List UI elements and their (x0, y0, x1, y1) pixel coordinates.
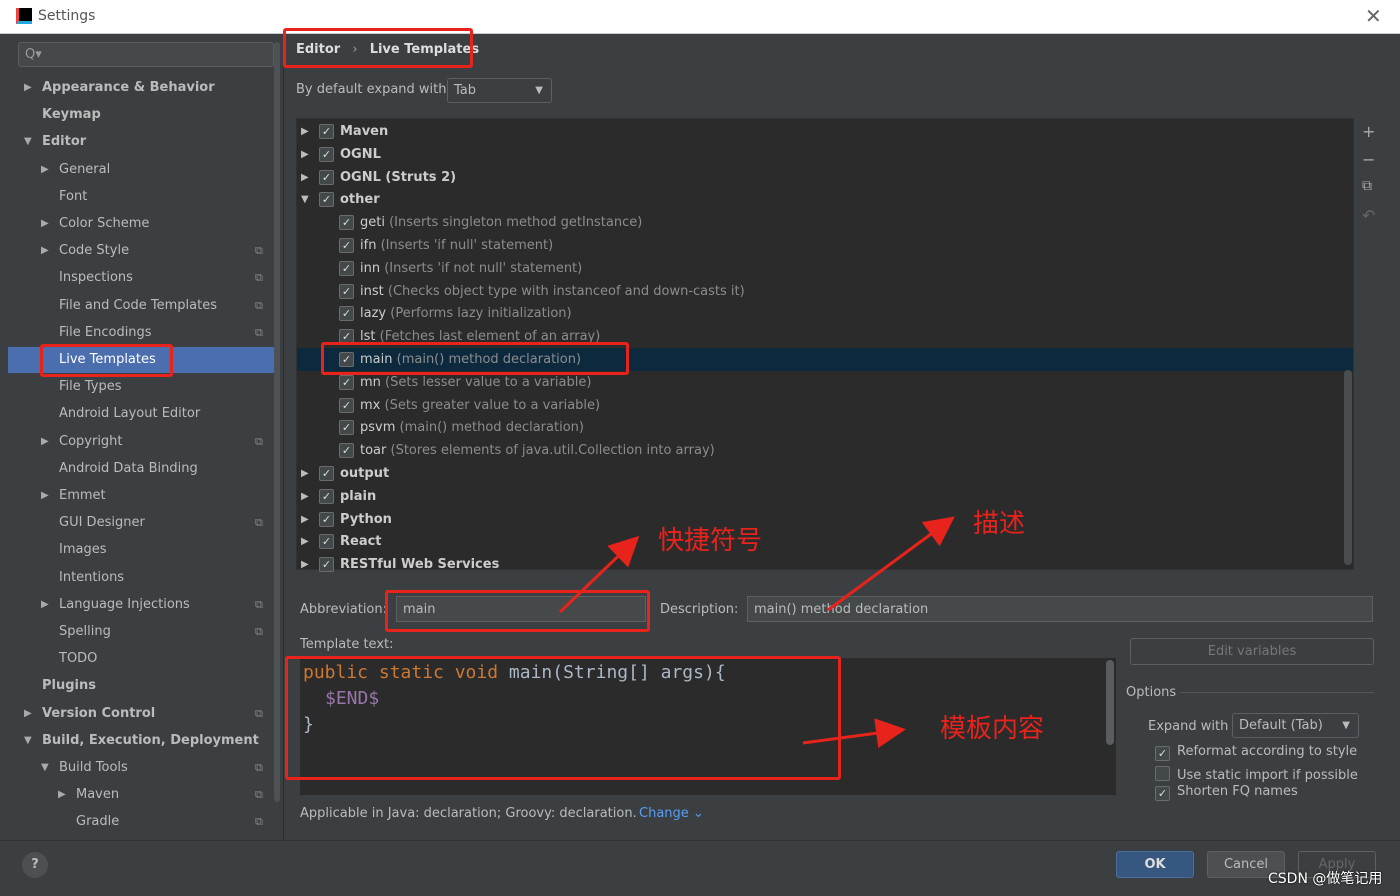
annotation-abbr: 快捷符号 (658, 526, 763, 556)
annotation-desc: 描述 (973, 509, 1026, 539)
arrow-abbr (558, 535, 640, 614)
arrow-content (802, 718, 906, 749)
annotation-arrows (558, 516, 955, 749)
arrow-desc (827, 516, 955, 612)
annotation-content: 模板内容 (940, 714, 1045, 744)
